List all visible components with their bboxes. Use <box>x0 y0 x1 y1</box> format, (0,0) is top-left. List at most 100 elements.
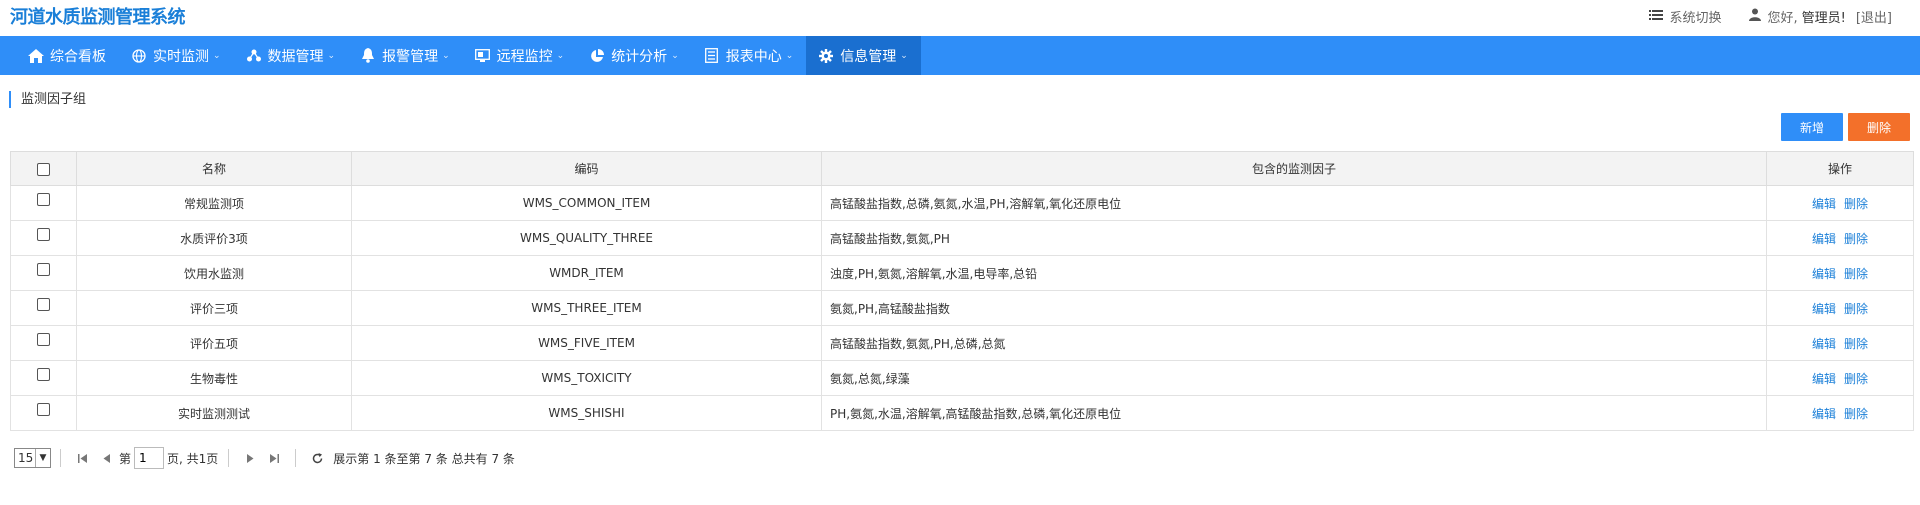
row-checkbox[interactable] <box>37 368 50 381</box>
row-checkbox[interactable] <box>37 403 50 416</box>
row-select-cell <box>10 360 77 396</box>
cell-name: 实时监测测试 <box>76 395 352 431</box>
logout-link[interactable]: [退出] <box>1856 7 1892 26</box>
cell-actions: 编辑 删除 <box>1766 325 1914 361</box>
edit-link[interactable]: 编辑 <box>1812 267 1836 281</box>
cell-factors: 高锰酸盐指数,氨氮,PH <box>821 220 1767 256</box>
last-page-icon[interactable] <box>265 449 283 467</box>
chevron-down-icon: ⌄ <box>900 50 908 61</box>
system-switch-label: 系统切换 <box>1669 11 1722 26</box>
nav-item-data[interactable]: 数据管理 ⌄ <box>234 36 349 75</box>
cell-factors: 氨氮,总氮,绿藻 <box>821 360 1767 396</box>
bell-icon <box>360 48 376 64</box>
edit-link[interactable]: 编辑 <box>1812 372 1836 386</box>
nav-label: 综合看板 <box>50 48 106 65</box>
table-row: 水质评价3项 WMS_QUALITY_THREE 高锰酸盐指数,氨氮,PH 编辑 删除 <box>10 220 1914 256</box>
cell-factors: 氨氮,PH,高锰酸盐指数 <box>821 290 1767 326</box>
first-page-icon[interactable] <box>73 449 91 467</box>
cell-name: 评价五项 <box>76 325 352 361</box>
cell-name: 水质评价3项 <box>76 220 352 256</box>
table-row: 饮用水监测 WMDR_ITEM 浊度,PH,氨氮,溶解氧,水温,电导率,总铅 编辑 删除 <box>10 255 1914 291</box>
greeting-text: 您好, <box>1767 11 1798 26</box>
page-size-select[interactable]: 15 ▼ <box>14 448 51 468</box>
nav-item-info[interactable]: 信息管理 ⌄ <box>806 36 921 75</box>
page-suffix: 页, 共1页 <box>167 451 219 466</box>
delete-link[interactable]: 删除 <box>1844 337 1868 351</box>
delete-link[interactable]: 删除 <box>1844 267 1868 281</box>
page-number-input[interactable] <box>134 447 165 469</box>
row-checkbox[interactable] <box>37 263 50 276</box>
cell-factors: 高锰酸盐指数,总磷,氨氮,水温,PH,溶解氧,氧化还原电位 <box>821 185 1767 221</box>
row-checkbox[interactable] <box>37 228 50 241</box>
gear-icon <box>818 48 834 64</box>
row-select-cell <box>10 290 77 326</box>
cell-code: WMS_THREE_ITEM <box>351 290 822 326</box>
table-row: 实时监测测试 WMS_SHISHI PH,氨氮,水温,溶解氧,高锰酸盐指数,总磷,氧… <box>10 395 1914 431</box>
nav-item-dashboard[interactable]: 综合看板 <box>16 36 119 75</box>
nav-item-stats[interactable]: 统计分析 ⌄ <box>577 36 692 75</box>
cell-code: WMS_FIVE_ITEM <box>351 325 822 361</box>
pagination: 15 ▼ 第 页, 共1页 展示第 1 条至第 7 条 总共有 7 条 <box>14 446 516 470</box>
edit-link[interactable]: 编辑 <box>1812 407 1836 421</box>
cell-name: 生物毒性 <box>76 360 352 396</box>
nav-item-report[interactable]: 报表中心 ⌄ <box>692 36 807 75</box>
nav-label: 实时监测 <box>153 48 209 65</box>
delete-link[interactable]: 删除 <box>1844 372 1868 386</box>
delete-link[interactable]: 删除 <box>1844 197 1868 211</box>
nav-item-realtime[interactable]: 实时监测 ⌄ <box>119 36 234 75</box>
edit-link[interactable]: 编辑 <box>1812 337 1836 351</box>
edit-link[interactable]: 编辑 <box>1812 302 1836 316</box>
delete-link[interactable]: 删除 <box>1844 302 1868 316</box>
chevron-down-icon: ⌄ <box>785 50 794 61</box>
delete-link[interactable]: 删除 <box>1844 232 1868 246</box>
username: 管理员! <box>1801 11 1846 26</box>
cell-code: WMS_QUALITY_THREE <box>351 220 822 256</box>
cell-factors: 浊度,PH,氨氮,溶解氧,水温,电导率,总铅 <box>821 255 1767 291</box>
edit-link[interactable]: 编辑 <box>1812 232 1836 246</box>
system-switch-button[interactable]: 系统切换 <box>1649 7 1721 26</box>
column-header-name: 名称 <box>76 151 352 186</box>
refresh-icon[interactable] <box>308 449 326 467</box>
page-size-value: 15 <box>18 451 34 465</box>
row-checkbox[interactable] <box>37 333 50 346</box>
edit-link[interactable]: 编辑 <box>1812 197 1836 211</box>
prev-page-icon[interactable] <box>97 449 115 467</box>
cell-actions: 编辑 删除 <box>1766 290 1914 326</box>
app-title: 河道水质监测管理系统 <box>10 7 186 28</box>
select-all-cell <box>10 151 77 186</box>
main-nav: 综合看板 实时监测 ⌄ 数据管理 ⌄ 报警管理 ⌄ 远程监控 ⌄ 统计分析 ⌄ … <box>0 36 1920 75</box>
cell-code: WMDR_ITEM <box>351 255 822 291</box>
nav-label: 信息管理 <box>840 48 897 65</box>
document-icon <box>704 48 720 64</box>
table-header-row: 名称 编码 包含的监测因子 操作 <box>10 151 1914 186</box>
divider <box>295 449 297 467</box>
cell-factors: PH,氨氮,水温,溶解氧,高锰酸盐指数,总磷,氧化还原电位 <box>821 395 1767 431</box>
row-checkbox[interactable] <box>37 193 50 206</box>
cell-name: 饮用水监测 <box>76 255 352 291</box>
add-button[interactable]: 新增 <box>1781 113 1843 141</box>
nav-label: 远程监控 <box>496 48 553 65</box>
home-icon <box>28 48 44 64</box>
select-all-checkbox[interactable] <box>37 162 50 176</box>
nav-item-remote[interactable]: 远程监控 ⌄ <box>463 36 578 75</box>
row-select-cell <box>10 220 77 256</box>
cell-actions: 编辑 删除 <box>1766 185 1914 221</box>
cell-name: 常规监测项 <box>76 185 352 221</box>
column-header-actions: 操作 <box>1766 151 1914 186</box>
nav-item-alarm[interactable]: 报警管理 ⌄ <box>348 36 463 75</box>
table-row: 评价五项 WMS_FIVE_ITEM 高锰酸盐指数,氨氮,PH,总磷,总氮 编辑 删除 <box>10 325 1914 361</box>
factor-group-table: 名称 编码 包含的监测因子 操作 常规监测项 WMS_COMMON_ITEM 高锰酸… <box>10 151 1914 431</box>
next-page-icon[interactable] <box>241 449 259 467</box>
cell-name: 评价三项 <box>76 290 352 326</box>
row-checkbox[interactable] <box>37 298 50 311</box>
delete-button[interactable]: 删除 <box>1848 113 1910 141</box>
divider <box>60 449 61 467</box>
chevron-down-icon: ▼ <box>35 449 50 467</box>
row-select-cell <box>10 325 77 361</box>
table-row: 评价三项 WMS_THREE_ITEM 氨氮,PH,高锰酸盐指数 编辑 删除 <box>10 290 1914 326</box>
globe-icon <box>131 48 147 64</box>
delete-link[interactable]: 删除 <box>1844 407 1868 421</box>
header-actions: 系统切换 您好, 管理员! [退出] <box>1621 7 1892 26</box>
chevron-down-icon: ⌄ <box>213 50 221 61</box>
user-info: 您好, 管理员! [退出] <box>1749 7 1892 26</box>
